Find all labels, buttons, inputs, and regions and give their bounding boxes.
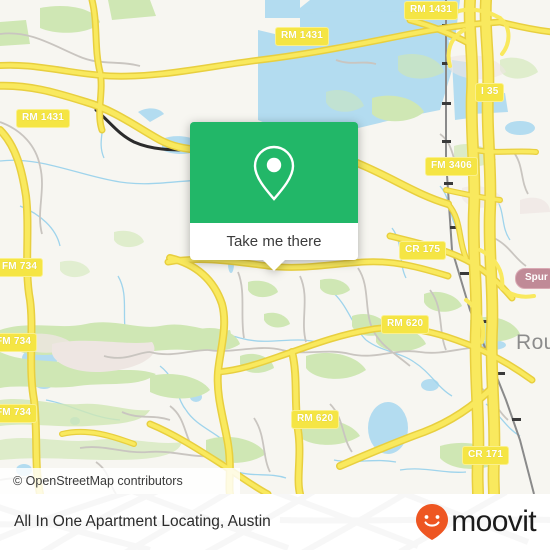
moovit-smiley-pin-icon [416, 504, 449, 540]
take-me-there-label: Take me there [226, 233, 322, 250]
road-shield: RM 620 [291, 410, 340, 429]
road-pill-label: Spur [515, 268, 550, 289]
location-popup-card[interactable]: Take me there [190, 122, 358, 271]
road-shield: CR 171 [462, 446, 510, 465]
osm-attribution-text: © OpenStreetMap contributors [13, 474, 183, 488]
road-shield: RM 1431 [16, 109, 70, 128]
popup-header [190, 122, 358, 223]
road-shield: I 35 [475, 83, 505, 102]
road-shield: FM 734 [0, 333, 38, 352]
road-shield: RM 1431 [275, 27, 329, 46]
road-shield: FM 3406 [425, 157, 478, 176]
popup-tail-pointer [263, 260, 285, 271]
city-label: Rou [516, 331, 550, 354]
osm-attribution[interactable]: © OpenStreetMap contributors [0, 468, 240, 494]
road-shield: CR 175 [399, 241, 447, 260]
road-shield: RM 620 [381, 315, 430, 334]
map-canvas[interactable]: RM 1431 RM 1431 RM 1431 I 35 FM 3406 CR … [0, 0, 550, 494]
popup-footer[interactable]: Take me there [190, 223, 358, 271]
map-pin-icon [253, 145, 295, 201]
road-shield: FM 734 [0, 258, 44, 277]
moovit-logo[interactable]: moovit [415, 503, 537, 541]
road-shield: RM 1431 [404, 1, 458, 20]
page-footer: All In One Apartment Locating, Austin mo… [0, 494, 550, 550]
moovit-wordmark: moovit [451, 505, 536, 538]
page-title: All In One Apartment Locating, Austin [14, 513, 271, 530]
road-shield: FM 734 [0, 404, 38, 423]
moovit-map-page: RM 1431 RM 1431 RM 1431 I 35 FM 3406 CR … [0, 0, 550, 550]
